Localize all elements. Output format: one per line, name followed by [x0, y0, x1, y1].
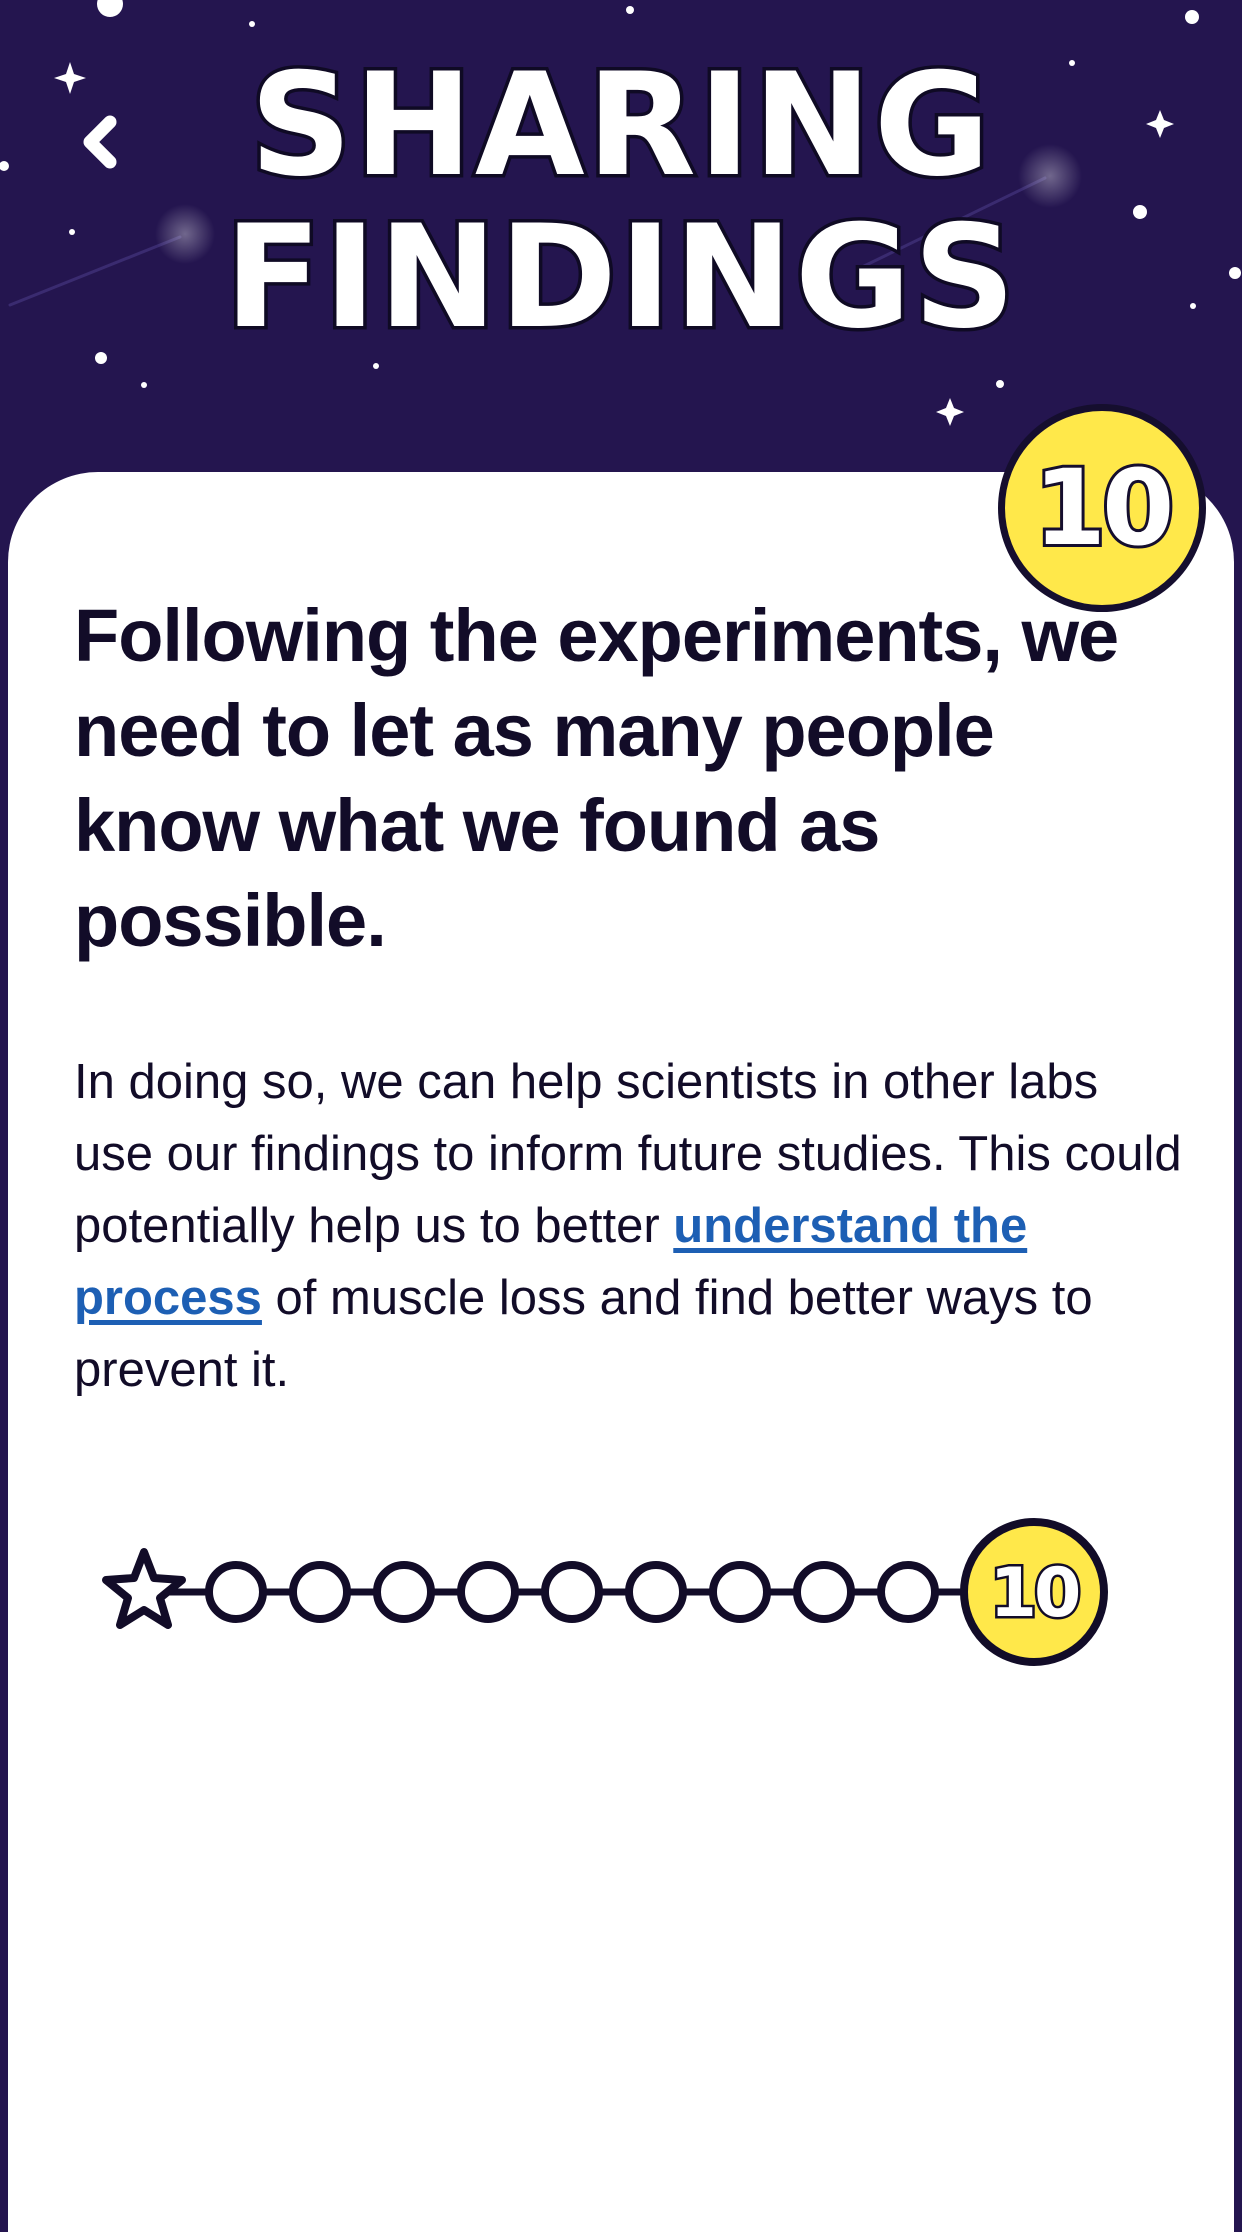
step-number-badge: 10 [998, 404, 1206, 612]
page-title-line-1: Sharing [246, 43, 994, 208]
page-title-line-2: Findings [221, 195, 1019, 360]
progress-step-dot [457, 1561, 519, 1623]
header: Sharing Findings [0, 0, 1242, 480]
body-paragraph: In doing so, we can help scientists in o… [74, 1046, 1184, 1406]
star-icon [102, 1548, 186, 1629]
progress-current-step-label: 10 [990, 1554, 1079, 1633]
progress-step-dot [373, 1561, 435, 1623]
progress-step-dot [709, 1561, 771, 1623]
step-number: 10 [1031, 447, 1178, 569]
progress-step-dot [877, 1561, 939, 1623]
progress-step-dot [205, 1561, 267, 1623]
progress-step-dot [793, 1561, 855, 1623]
progress-step-dot [289, 1561, 351, 1623]
progress-step-dot [541, 1561, 603, 1623]
progress-current-step-badge: 10 [960, 1518, 1108, 1666]
progress-step-dot [625, 1561, 687, 1623]
step-progress-tracker: 10 [102, 1518, 1108, 1666]
headline: Following the experiments, we need to le… [74, 594, 1119, 962]
page-title: Sharing Findings [0, 43, 1242, 360]
